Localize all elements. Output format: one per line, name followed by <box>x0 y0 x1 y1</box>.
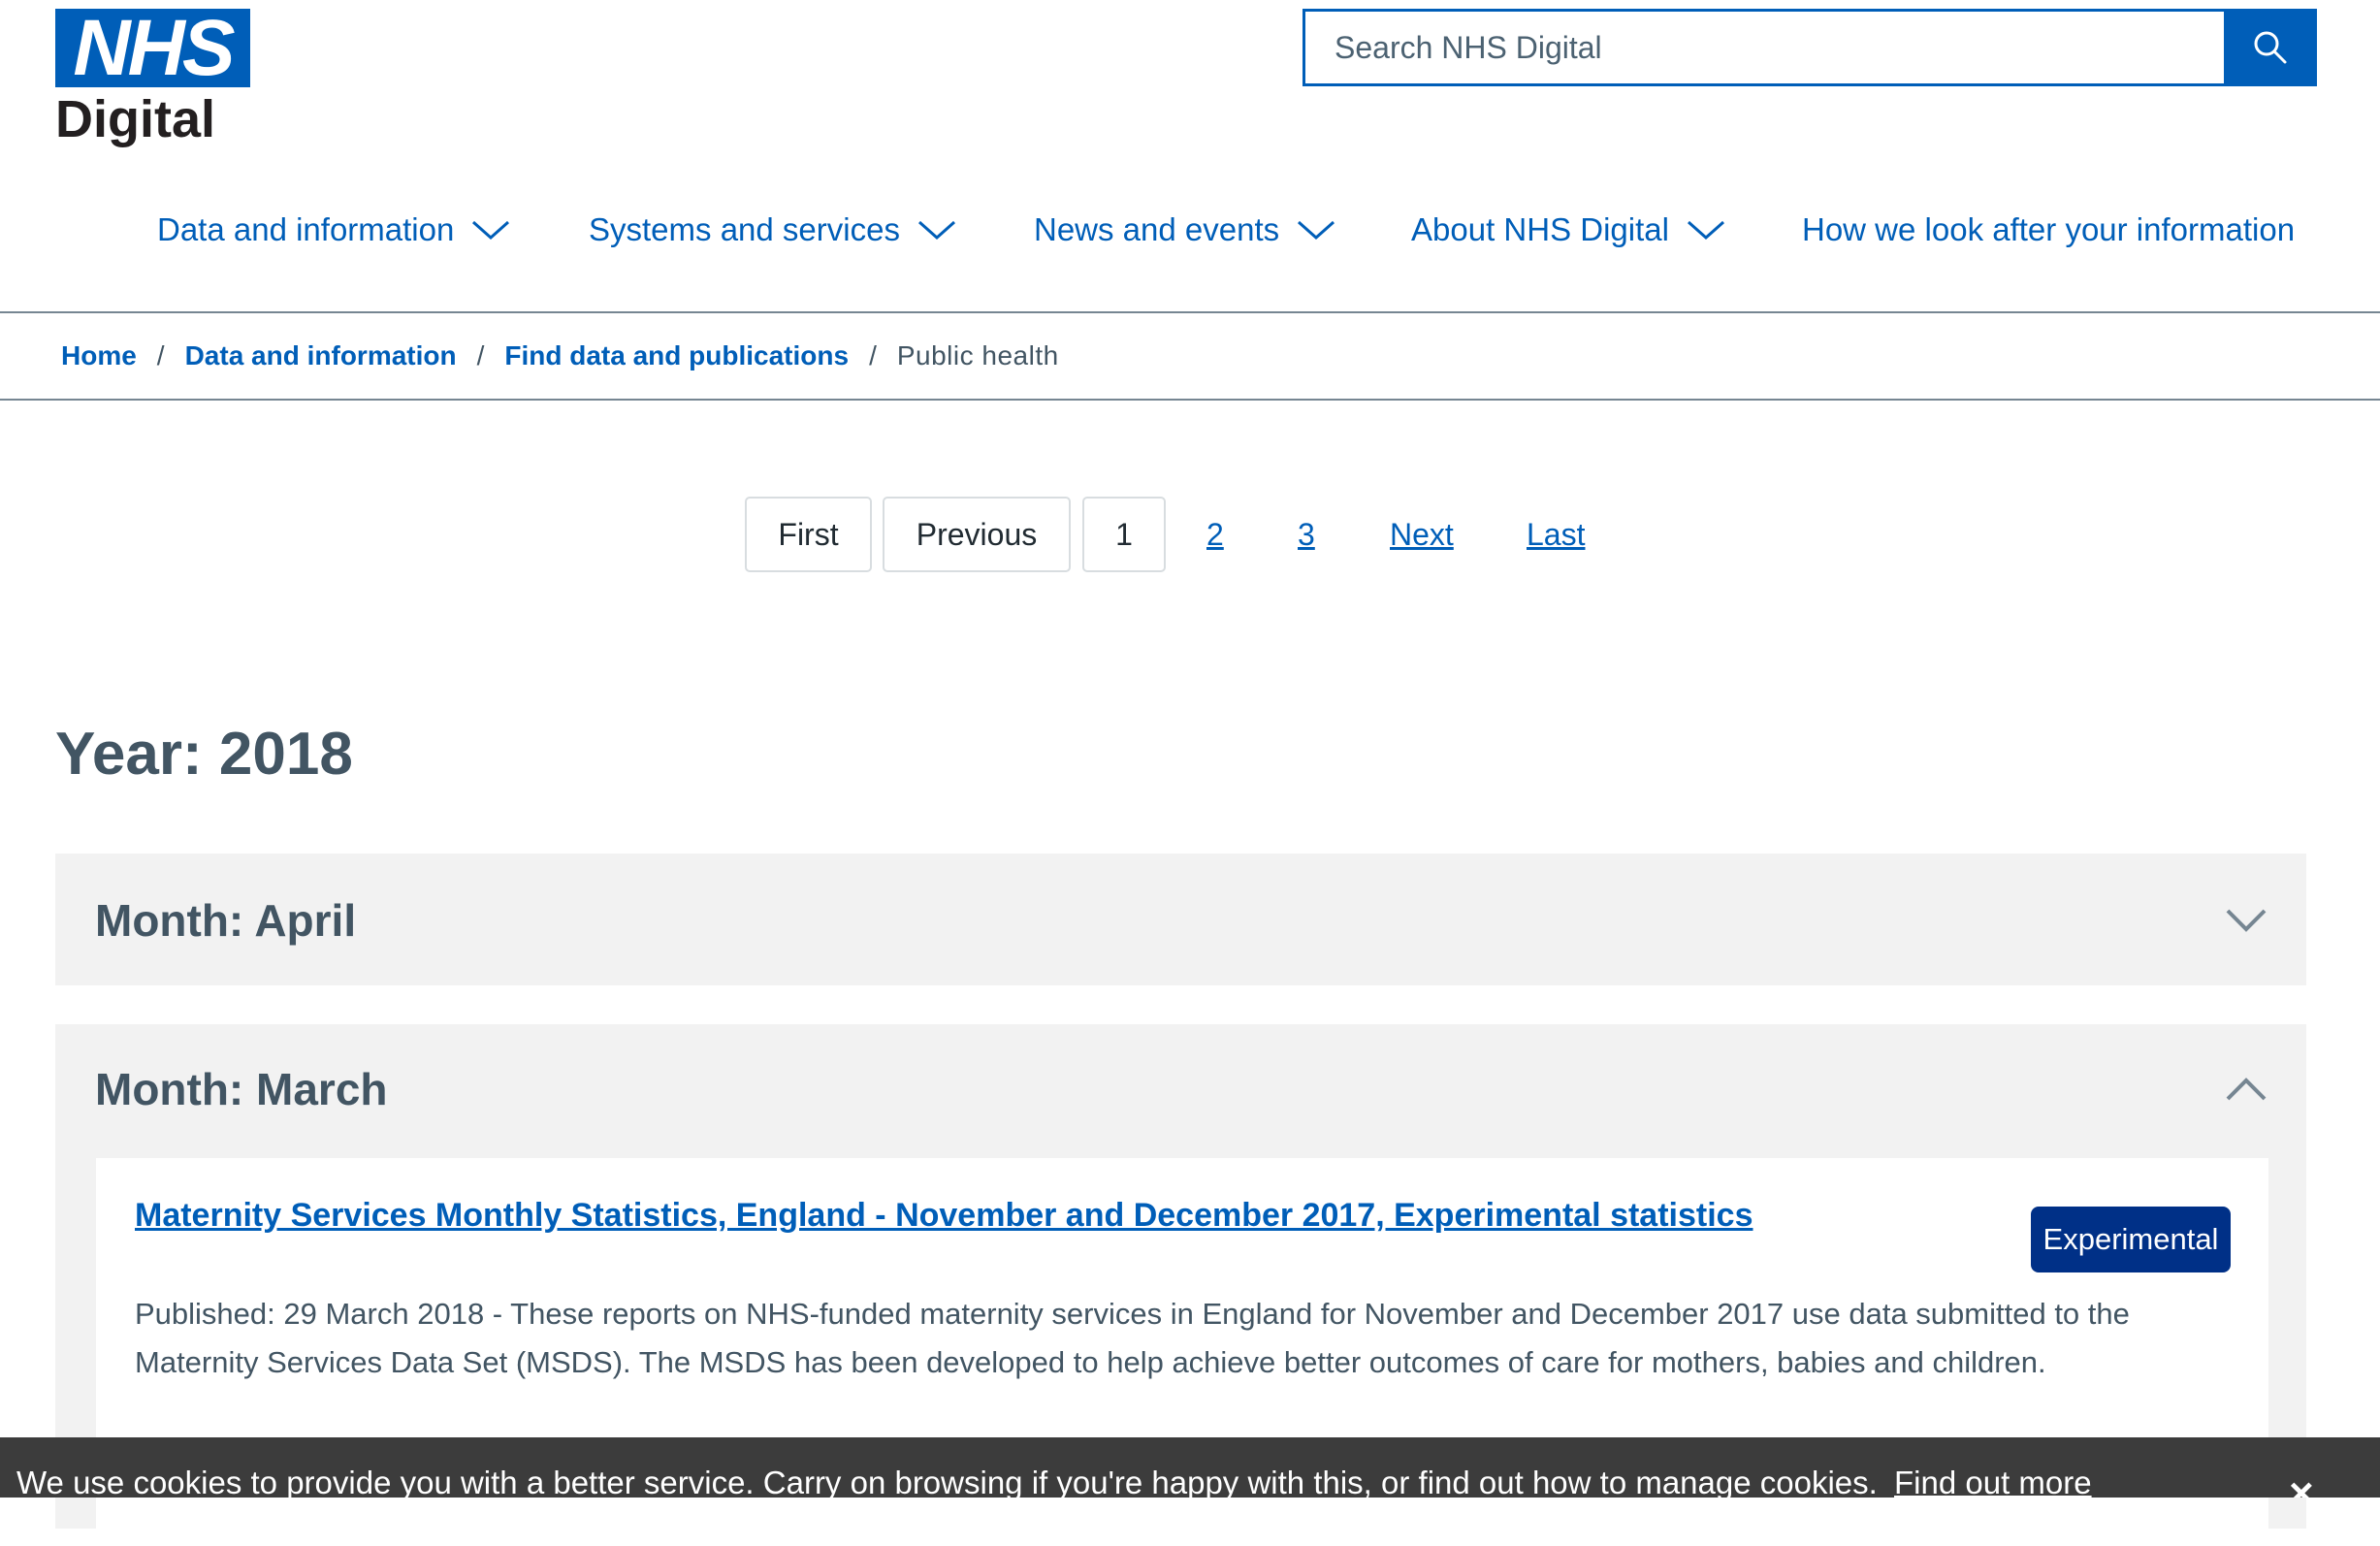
chevron-up-icon[interactable] <box>2225 1075 2267 1104</box>
search-icon <box>2254 31 2287 64</box>
pagination-page-3[interactable]: 3 <box>1298 497 1315 572</box>
cookie-banner: We use cookies to provide you with a bet… <box>0 1437 2380 1498</box>
cookie-find-out-more-link[interactable]: Find out more <box>1894 1465 2092 1498</box>
experimental-badge: Experimental <box>2031 1207 2231 1272</box>
chevron-down-icon[interactable] <box>2225 906 2267 935</box>
breadcrumb-separator: / <box>869 340 877 370</box>
breadcrumb-current: Public health <box>896 340 1059 370</box>
nav-item-label: About NHS Digital <box>1411 211 1669 247</box>
nav-item-systems-and-services[interactable]: Systems and services <box>589 211 956 248</box>
chevron-down-icon <box>1297 219 1335 241</box>
chevron-down-icon <box>471 219 510 241</box>
search-input[interactable] <box>1303 9 2224 86</box>
month-panel-april[interactable]: Month: April <box>55 854 2306 985</box>
pagination-page-2[interactable]: 2 <box>1206 497 1224 572</box>
chevron-down-icon <box>1687 219 1725 241</box>
breadcrumb: Home / Data and information / Find data … <box>61 313 1059 399</box>
breadcrumb-link-find-data-and-publications[interactable]: Find data and publications <box>504 340 849 371</box>
breadcrumb-separator: / <box>476 340 485 370</box>
year-heading: Year: 2018 <box>55 721 353 788</box>
pagination-last-link[interactable]: Last <box>1527 497 1585 572</box>
pagination-previous-button[interactable]: Previous <box>883 497 1071 572</box>
logo-subtitle: Digital <box>55 90 216 148</box>
breadcrumb-link-data-and-information[interactable]: Data and information <box>185 340 457 371</box>
nav-item-about-nhs-digital[interactable]: About NHS Digital <box>1411 211 1725 248</box>
pagination-first-button[interactable]: First <box>745 497 872 572</box>
nav-item-label: How we look after your information <box>1802 211 2296 247</box>
nav-item-label: News and events <box>1034 211 1280 247</box>
publication-description: Published: 29 March 2018 - These reports… <box>135 1297 2130 1379</box>
pagination-current-page: 1 <box>1082 497 1166 572</box>
month-title: Month: March <box>95 1064 388 1114</box>
close-icon[interactable]: × <box>2289 1472 2314 1498</box>
nhs-digital-logo[interactable]: NHS Digital <box>55 3 252 148</box>
nav-item-data-and-information[interactable]: Data and information <box>157 211 510 248</box>
nhs-logo-box: NHS <box>55 3 250 92</box>
chevron-down-icon <box>917 219 956 241</box>
cookie-message: We use cookies to provide you with a bet… <box>16 1465 1878 1498</box>
nav-item-label: Data and information <box>157 211 455 247</box>
cookie-banner-text-row: We use cookies to provide you with a bet… <box>16 1465 2092 1498</box>
publication-title-link[interactable]: Maternity Services Monthly Statistics, E… <box>135 1195 1784 1236</box>
breadcrumb-bar: Home / Data and information / Find data … <box>0 311 2380 401</box>
pagination: First Previous 1 2 3 Next Last <box>0 497 2380 574</box>
search-form <box>1303 9 2317 86</box>
nav-item-news-and-events[interactable]: News and events <box>1034 211 1335 248</box>
breadcrumb-separator: / <box>156 340 165 370</box>
logo-text: NHS <box>73 3 235 92</box>
pagination-next-link[interactable]: Next <box>1390 497 1454 572</box>
search-button[interactable] <box>2224 9 2317 86</box>
month-title: Month: April <box>95 895 357 946</box>
nav-item-label: Systems and services <box>589 211 900 247</box>
breadcrumb-link-home[interactable]: Home <box>61 340 137 371</box>
main-navigation: Data and information Systems and service… <box>0 211 2380 260</box>
nav-item-how-we-look-after-your-information[interactable]: How we look after your information <box>1802 211 2295 248</box>
